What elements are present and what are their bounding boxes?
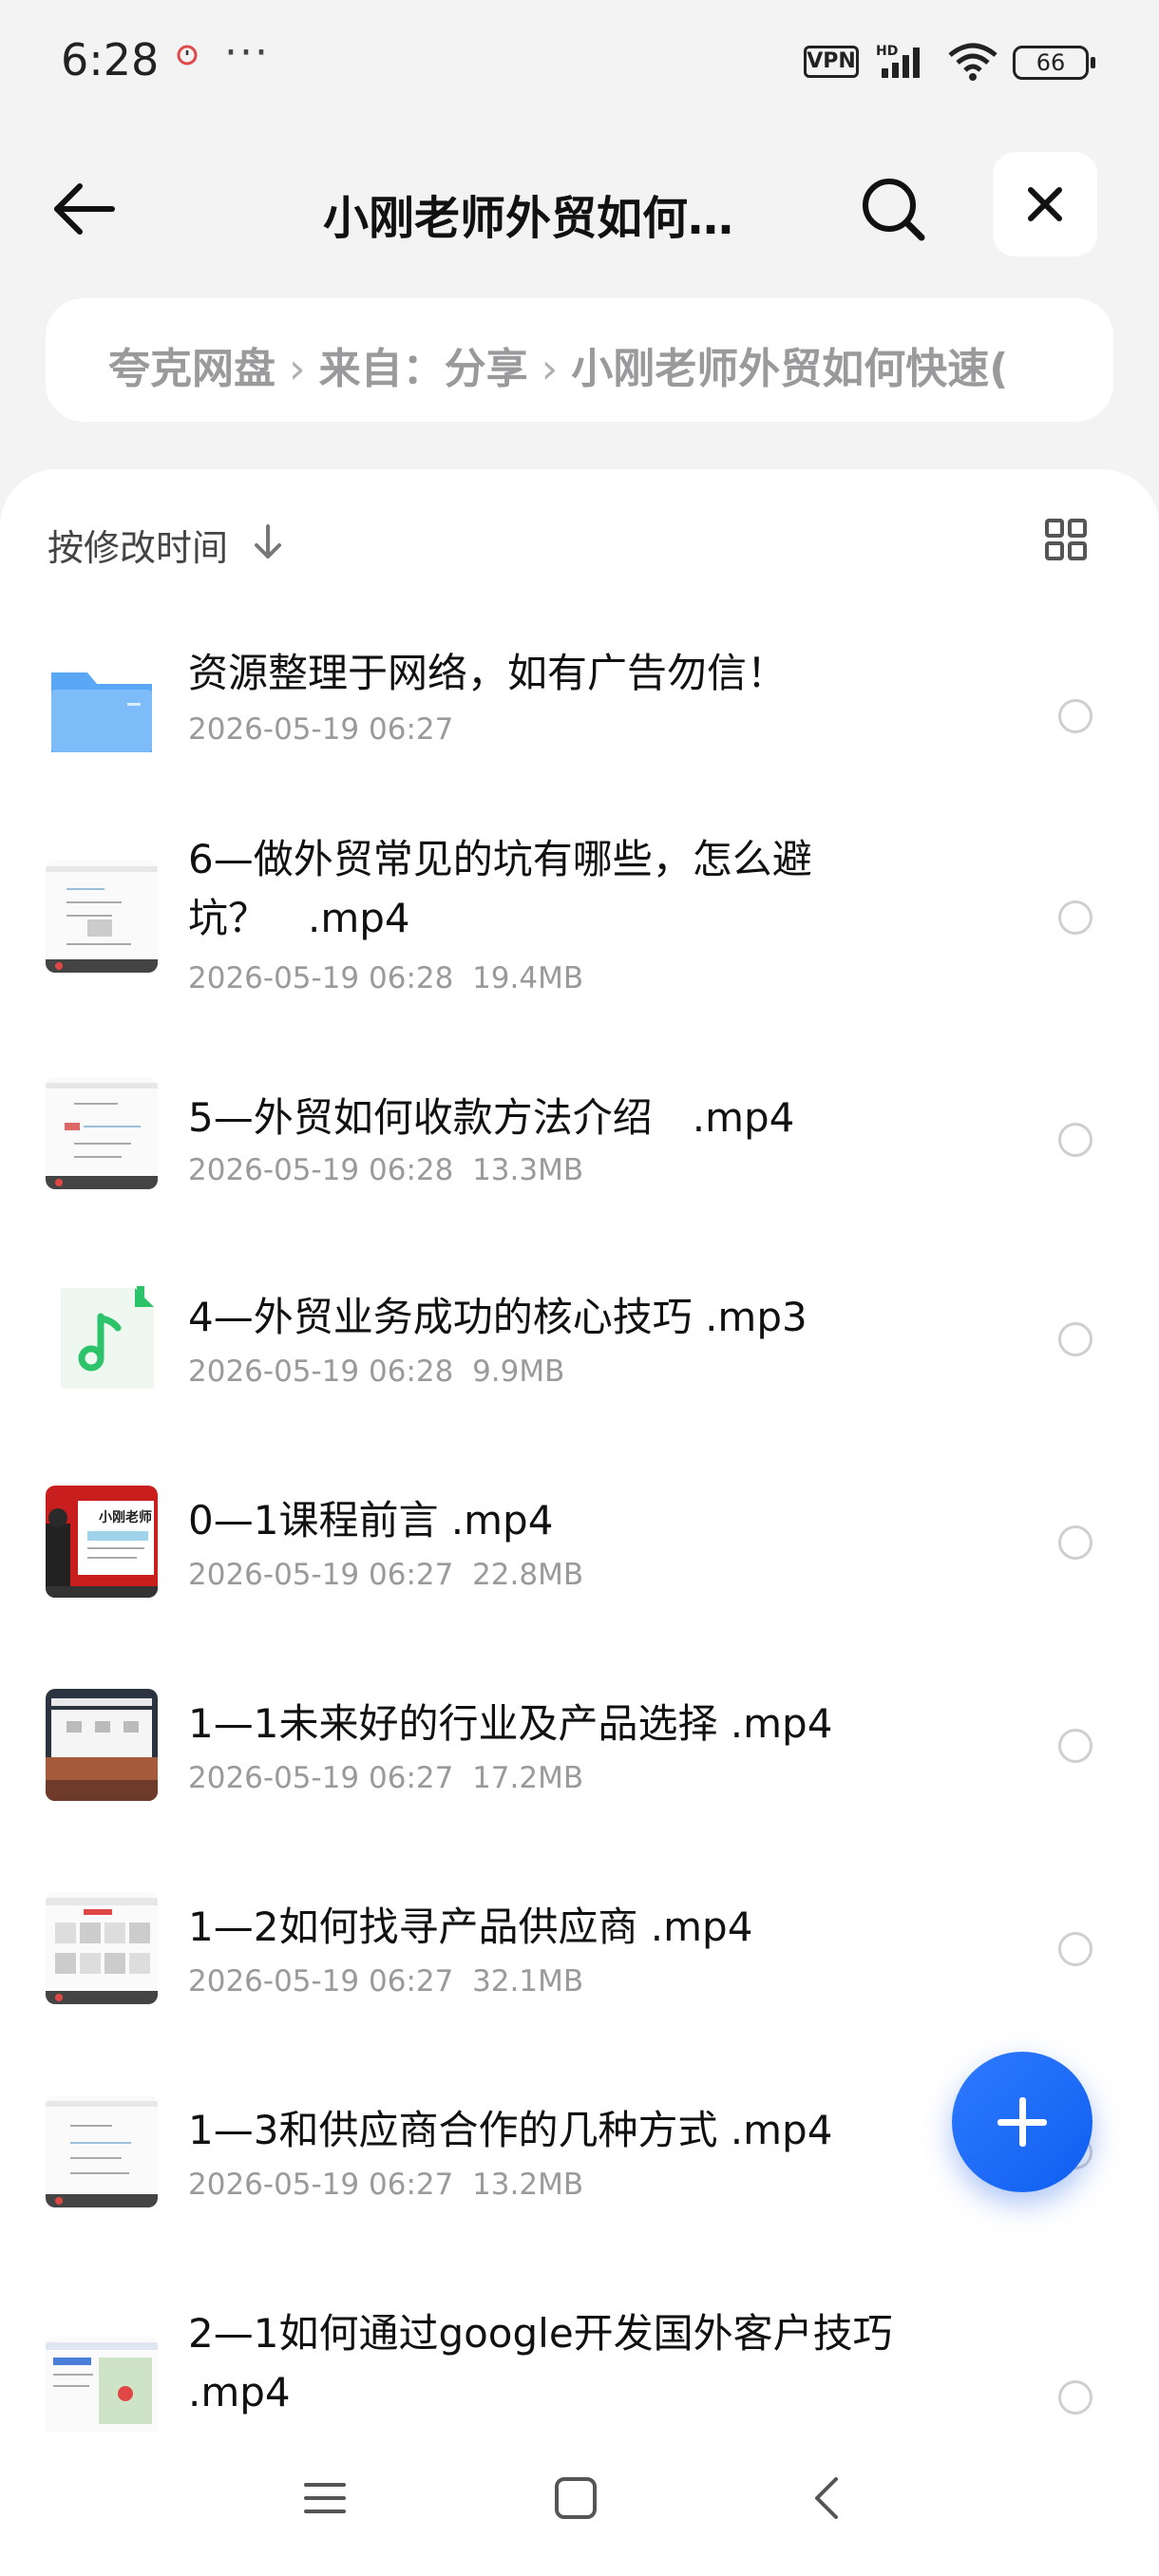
file-name: 6—做外贸常见的坑有哪些，怎么避坑？ .mp4 bbox=[188, 836, 812, 941]
file-meta: 2026-05-19 06:28 13.3MB bbox=[188, 1153, 584, 1187]
file-list-sheet: 按修改时间 资源整理于网络，如有广告勿信！ 2026-05-19 06:27 6… bbox=[0, 469, 1159, 2576]
sort-down-arrow-icon[interactable] bbox=[249, 521, 287, 564]
file-meta: 2026-05-19 06:28 19.4MB bbox=[188, 961, 584, 995]
breadcrumb: 夸克网盘 › 来自：分享 › 小刚老师外贸如何快速( bbox=[46, 298, 1113, 422]
video-thumbnail bbox=[46, 1077, 158, 1189]
file-name: 1—1未来好的行业及产品选择 .mp4 bbox=[188, 1700, 833, 1747]
select-radio[interactable] bbox=[1058, 699, 1092, 733]
more-notifications-icon: ··· bbox=[224, 28, 270, 77]
nav-back-icon[interactable] bbox=[806, 2473, 851, 2523]
select-radio[interactable] bbox=[1058, 1322, 1092, 1356]
status-bar: 6:28 ··· VPN HD 66 bbox=[0, 0, 1159, 123]
breadcrumb-item-current[interactable]: 小刚老师外贸如何快速( bbox=[571, 345, 1008, 393]
breadcrumb-item-root[interactable]: 夸克网盘 bbox=[108, 345, 276, 393]
system-nav-bar bbox=[0, 2432, 1159, 2576]
back-arrow-icon[interactable] bbox=[48, 171, 124, 247]
vpn-badge: VPN bbox=[804, 46, 859, 78]
file-name: 1—3和供应商合作的几种方式 .mp4 bbox=[188, 2107, 833, 2153]
music-icon bbox=[61, 1286, 154, 1389]
select-radio[interactable] bbox=[1058, 1932, 1092, 1966]
page-title: 小刚老师外贸如何… bbox=[323, 192, 734, 245]
video-thumbnail: 小刚老师 bbox=[46, 1486, 158, 1598]
file-name: 4—外贸业务成功的核心技巧 .mp3 bbox=[188, 1294, 808, 1340]
add-button[interactable] bbox=[952, 2052, 1092, 2192]
file-meta: 2026-05-19 06:28 9.9MB bbox=[188, 1354, 565, 1389]
file-meta: 2026-05-19 06:27 22.8MB bbox=[188, 1558, 584, 1592]
file-name: 5—外贸如何收款方法介绍 .mp4 bbox=[188, 1094, 795, 1141]
grid-view-icon[interactable] bbox=[1043, 517, 1089, 562]
file-name: 1—2如何找寻产品供应商 .mp4 bbox=[188, 1904, 753, 1950]
battery-indicator: 66 bbox=[1013, 46, 1095, 80]
sort-label[interactable]: 按修改时间 bbox=[48, 519, 228, 571]
breadcrumb-item-share[interactable]: 来自：分享 bbox=[319, 345, 528, 393]
select-radio[interactable] bbox=[1058, 2380, 1092, 2415]
wifi-icon bbox=[948, 43, 998, 81]
home-icon[interactable] bbox=[553, 2475, 598, 2521]
close-button[interactable] bbox=[993, 152, 1097, 256]
top-app-bar: 小刚老师外贸如何… bbox=[0, 142, 1159, 266]
breadcrumb-separator: › bbox=[289, 345, 306, 393]
status-time: 6:28 bbox=[61, 34, 160, 85]
search-icon[interactable] bbox=[855, 171, 931, 247]
select-radio[interactable] bbox=[1058, 1123, 1092, 1157]
video-thumbnail bbox=[46, 861, 158, 973]
select-radio[interactable] bbox=[1058, 900, 1092, 935]
svg-text:小刚老师: 小刚老师 bbox=[99, 1509, 152, 1525]
video-thumbnail bbox=[46, 2095, 158, 2207]
close-icon bbox=[1028, 187, 1062, 221]
file-meta: 2026-05-19 06:27 13.2MB bbox=[188, 2168, 584, 2202]
select-radio[interactable] bbox=[1058, 1729, 1092, 1763]
file-meta: 2026-05-19 06:27 32.1MB bbox=[188, 1964, 584, 1998]
video-thumbnail bbox=[46, 1892, 158, 2004]
signal-icon: HD bbox=[876, 44, 920, 78]
file-name: 2—1如何通过google开发国外客户技巧 .mp4 bbox=[188, 2310, 893, 2415]
svg-text:HD: HD bbox=[876, 44, 898, 59]
file-meta: 2026-05-19 06:27 bbox=[188, 712, 454, 747]
menu-icon[interactable] bbox=[302, 2475, 348, 2521]
video-thumbnail bbox=[46, 1689, 158, 1801]
file-name: 资源整理于网络，如有广告勿信！ bbox=[188, 650, 788, 696]
breadcrumb-separator: › bbox=[541, 345, 559, 393]
folder-icon bbox=[51, 672, 152, 752]
file-meta: 2026-05-19 06:27 17.2MB bbox=[188, 1761, 584, 1795]
alarm-icon bbox=[177, 45, 198, 66]
file-name: 0—1课程前言 .mp4 bbox=[188, 1497, 554, 1544]
select-radio[interactable] bbox=[1058, 1525, 1092, 1560]
